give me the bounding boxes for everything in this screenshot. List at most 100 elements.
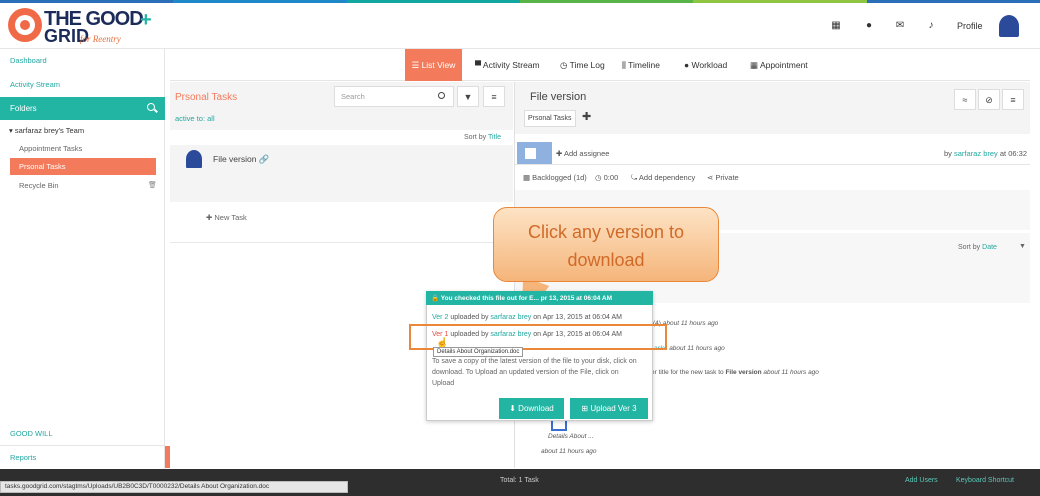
app-header: [0, 3, 1040, 49]
activity-sort-value[interactable]: Date: [982, 244, 997, 251]
logo-icon[interactable]: [8, 8, 42, 42]
new-task-label: New Task: [214, 213, 247, 222]
checkout-notice-text: You checked this file out for E... pr 13…: [440, 295, 613, 302]
task-name-label: File version: [213, 154, 257, 164]
complete-checkbox[interactable]: [517, 142, 552, 164]
activity-item: er title for the new task to File versio…: [651, 369, 819, 376]
task-search-input[interactable]: Search: [334, 86, 454, 107]
tab-list-view-label: List View: [421, 60, 456, 70]
app-root: THE GOOD GRID for Reentry + ▦ ● ✉ ♪ Prof…: [0, 0, 1040, 496]
menu-icon[interactable]: ≡: [483, 86, 505, 107]
task-list-title: Prsonal Tasks: [175, 92, 238, 103]
filter-to[interactable]: to: all: [197, 114, 215, 123]
chevron-down-icon[interactable]: ▼: [1019, 243, 1026, 250]
filter-active[interactable]: active: [175, 114, 195, 123]
task-folder-chip[interactable]: Prsonal Tasks: [524, 110, 576, 127]
activity-sort-label: Sort by: [958, 244, 981, 251]
tab-appointment[interactable]: ▦ Appointment: [750, 57, 808, 73]
creator-link[interactable]: sarfaraz brey: [954, 149, 998, 158]
by-label: by: [944, 149, 952, 158]
document-time: about 11 hours ago: [541, 448, 597, 455]
download-button[interactable]: ⬇ Download: [499, 398, 564, 419]
version-link[interactable]: Ver 2: [432, 314, 448, 321]
activity-task-name: File version: [725, 369, 762, 376]
sort-by[interactable]: Sort by Title: [464, 134, 501, 141]
upload-button[interactable]: ⊞ Upload Ver 3: [570, 398, 648, 419]
add-dependency-button[interactable]: ⤿ Add dependency: [631, 173, 695, 183]
add-icon[interactable]: +: [140, 9, 152, 32]
sidebar-goodwill[interactable]: GOOD WILL: [10, 429, 53, 438]
status-url: tasks.goodgrid.com/stagtms/Uploads/UB2B0…: [0, 481, 348, 493]
search-icon[interactable]: [438, 92, 445, 99]
add-folder-icon[interactable]: ✚: [582, 110, 591, 123]
sidebar-dashboard[interactable]: Dashboard: [10, 56, 47, 65]
sidebar-item-recycle-bin[interactable]: Recycle Bin: [19, 181, 59, 190]
backlogged-label: Backlogged (1d): [532, 173, 587, 182]
timer[interactable]: ◷ 0:00: [595, 173, 618, 182]
private-label: Private: [715, 173, 739, 182]
created-by: by sarfaraz brey at 06:32: [944, 149, 1027, 158]
profile-link[interactable]: Profile: [957, 21, 983, 31]
brand-tagline: for Reentry: [80, 34, 121, 44]
rss-icon[interactable]: ≈: [954, 89, 976, 110]
sidebar-item-prsonal-tasks[interactable]: Prsonal Tasks: [10, 158, 156, 175]
attachment-icon: 🔗: [258, 154, 270, 164]
tab-timeline[interactable]: ⫼ Timeline: [622, 57, 660, 73]
activity-text: er title for the new task to: [651, 369, 724, 376]
tab-workload-label: Workload: [691, 60, 728, 70]
total-count: Total: 1 Task: [500, 477, 539, 484]
add-dependency-label: Add dependency: [638, 173, 696, 182]
folders-header[interactable]: Folders: [0, 97, 165, 120]
tab-time-log-label: Time Log: [569, 60, 605, 70]
tab-list-view[interactable]: ☰ List View: [405, 49, 462, 81]
sidebar-reports[interactable]: Reports: [10, 453, 36, 462]
tab-workload[interactable]: ● Workload: [684, 57, 727, 73]
task-meta-row: [515, 168, 1030, 186]
download-label: Download: [518, 404, 554, 413]
tab-appointment-label: Appointment: [759, 60, 808, 70]
backlogged-status[interactable]: ▦ Backlogged (1d): [523, 173, 587, 182]
avatar[interactable]: [999, 15, 1019, 37]
team-folder[interactable]: ▾ sarfaraz brey's Team: [9, 126, 84, 135]
sort-value[interactable]: Title: [488, 134, 501, 141]
popover-description: To save a copy of the latest version of …: [432, 358, 637, 387]
version-row[interactable]: Ver 2 uploaded by sarfaraz brey on Apr 1…: [432, 314, 622, 321]
sidebar-activity-stream[interactable]: Activity Stream: [10, 80, 60, 89]
grid-icon[interactable]: ▦: [831, 21, 841, 31]
filter-icon[interactable]: ▼: [457, 86, 479, 107]
tab-activity-stream[interactable]: ▀ Activity Stream: [475, 57, 540, 73]
user-avatar-icon: [186, 150, 202, 168]
document-label[interactable]: Details About ...: [548, 433, 594, 440]
sidebar-item-appointment-tasks[interactable]: Appointment Tasks: [19, 144, 82, 153]
sidebar-divider: [0, 445, 165, 446]
add-assignee-label: Add assignee: [563, 149, 610, 158]
instruction-callout: Click any version to download: [493, 207, 719, 282]
activity-time: about 11 hours ago: [763, 369, 819, 376]
list-divider: [170, 242, 513, 243]
menu-icon[interactable]: ≡: [1002, 89, 1024, 110]
new-task-button[interactable]: ✚ New Task: [206, 213, 247, 222]
task-detail-title: File version: [530, 91, 587, 103]
sort-label: Sort by: [464, 134, 487, 141]
link-icon[interactable]: ⊘: [978, 89, 1000, 110]
trash-icon[interactable]: 🗑: [148, 181, 157, 189]
add-users-link[interactable]: Add Users: [905, 477, 938, 484]
activity-time: about 11 hours ago: [662, 320, 719, 327]
add-assignee-button[interactable]: ✚ Add assignee: [556, 149, 609, 158]
team-icon[interactable]: ●: [864, 21, 874, 31]
task-detail-header: [515, 82, 1030, 134]
task-filter[interactable]: active to: all: [175, 114, 215, 123]
uploader-link[interactable]: sarfaraz brey: [490, 314, 531, 321]
bell-icon[interactable]: ♪: [926, 21, 936, 31]
keyboard-shortcut-link[interactable]: Keyboard Shortcut: [956, 477, 1014, 484]
task-name[interactable]: File version 🔗: [213, 154, 269, 165]
search-icon[interactable]: [147, 103, 155, 111]
mail-icon[interactable]: ✉: [895, 21, 905, 31]
upload-date: on Apr 13, 2015 at 06:04 AM: [533, 314, 622, 321]
activity-sort[interactable]: Sort by Date: [958, 244, 997, 251]
upload-label: Upload Ver 3: [590, 404, 637, 413]
private-toggle[interactable]: ⋖ Private: [707, 173, 739, 182]
folders-label: Folders: [10, 104, 37, 113]
tab-time-log[interactable]: ◷ Time Log: [560, 57, 605, 73]
uploaded-by-label: uploaded by: [450, 314, 489, 321]
